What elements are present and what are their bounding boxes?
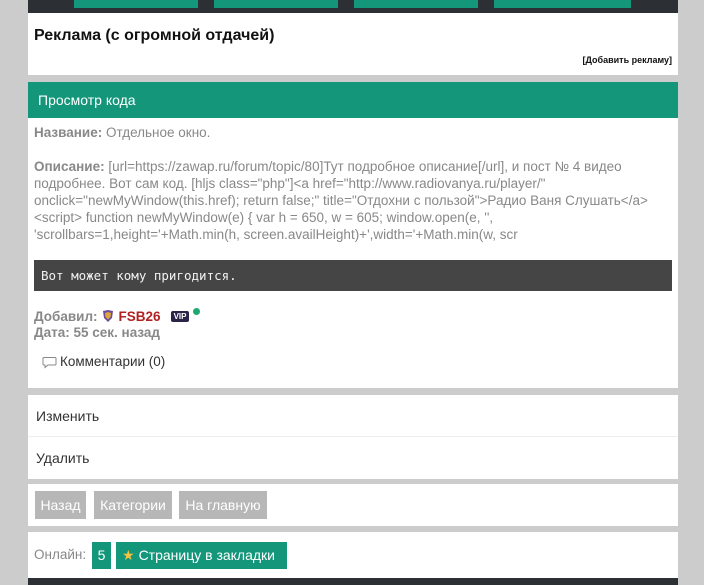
bookmark-label: Страницу в закладки bbox=[138, 547, 276, 563]
comment-icon bbox=[42, 357, 57, 369]
top-nav-tab[interactable] bbox=[354, 0, 478, 8]
star-icon: ★ bbox=[122, 547, 135, 563]
bookmark-button[interactable]: ★ Страницу в закладки bbox=[116, 542, 287, 569]
bottom-bar bbox=[28, 578, 678, 585]
added-by-label: Добавил: bbox=[34, 309, 98, 324]
vip-badge: VIP bbox=[170, 311, 190, 322]
home-button[interactable]: На главную bbox=[179, 491, 267, 519]
ads-card: Реклама (с огромной отдачей) [Добавить р… bbox=[28, 13, 678, 75]
comments-link[interactable]: Комментарии (0) bbox=[42, 354, 165, 369]
code-description: Описание: [url=https://zawap.ru/forum/to… bbox=[34, 158, 674, 243]
code-desc-label: Описание: bbox=[34, 159, 105, 174]
code-name-row: Название: Отдельное окно. bbox=[34, 124, 210, 141]
top-nav-tab[interactable] bbox=[214, 0, 338, 8]
code-name-value: Отдельное окно. bbox=[102, 125, 211, 140]
author-row: Добавил: FSB26 VIP bbox=[34, 308, 201, 324]
date-label: Дата: bbox=[34, 325, 70, 340]
top-nav-bar bbox=[28, 0, 678, 13]
author-username-link[interactable]: FSB26 bbox=[119, 309, 161, 324]
ads-title: Реклама (с огромной отдачей) bbox=[34, 27, 275, 44]
top-nav-tab[interactable] bbox=[74, 0, 198, 8]
date-row: Дата: 55 сек. назад bbox=[34, 325, 160, 340]
online-count-badge[interactable]: 5 bbox=[92, 542, 111, 569]
code-desc-value: [url=https://zawap.ru/forum/topic/80]Тут… bbox=[34, 159, 652, 242]
code-name-label: Название: bbox=[34, 125, 103, 140]
page: Реклама (с огромной отдачей) [Добавить р… bbox=[28, 0, 678, 585]
delete-link[interactable]: Удалить bbox=[28, 437, 678, 479]
comments-label: Комментарии (0) bbox=[60, 354, 166, 369]
date-value: 55 сек. назад bbox=[73, 325, 160, 340]
online-label: Онлайн: bbox=[34, 547, 87, 562]
code-view-header: Просмотр кода bbox=[28, 82, 678, 118]
categories-button[interactable]: Категории bbox=[94, 491, 172, 519]
top-nav-tab[interactable] bbox=[494, 0, 631, 8]
add-ad-link[interactable]: [Добавить рекламу] bbox=[583, 55, 672, 65]
code-quote-block: Вот может кому пригодится. bbox=[34, 260, 672, 291]
online-status-dot bbox=[193, 308, 201, 315]
edit-link[interactable]: Изменить bbox=[28, 395, 678, 437]
back-button[interactable]: Назад bbox=[35, 491, 86, 519]
user-rank-icon bbox=[101, 309, 115, 323]
